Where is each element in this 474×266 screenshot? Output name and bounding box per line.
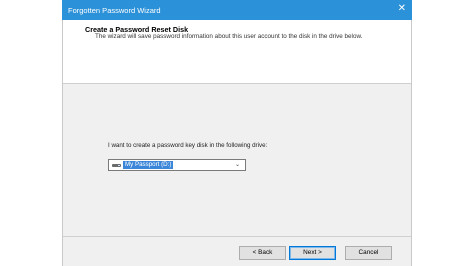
cancel-button[interactable]: Cancel [345, 246, 392, 260]
title-bar: Forgotten Password Wizard ✕ [62, 0, 412, 20]
chevron-down-icon[interactable]: ⌄ [235, 161, 240, 170]
window-title: Forgotten Password Wizard [68, 6, 161, 15]
wizard-header: Create a Password Reset Disk The wizard … [63, 20, 411, 84]
footer-divider [63, 236, 411, 237]
drive-prompt-label: I want to create a password key disk in … [108, 142, 268, 149]
close-icon[interactable]: ✕ [398, 4, 406, 14]
drive-select[interactable]: My Passport (D:) ⌄ [108, 159, 246, 171]
back-button[interactable]: < Back [239, 246, 286, 260]
page-description: The wizard will save password informatio… [95, 33, 363, 40]
next-button[interactable]: Next > [289, 246, 336, 260]
wizard-window: Create a Password Reset Disk The wizard … [62, 20, 412, 266]
drive-select-value: My Passport (D:) [123, 161, 174, 169]
drive-icon [112, 164, 121, 167]
